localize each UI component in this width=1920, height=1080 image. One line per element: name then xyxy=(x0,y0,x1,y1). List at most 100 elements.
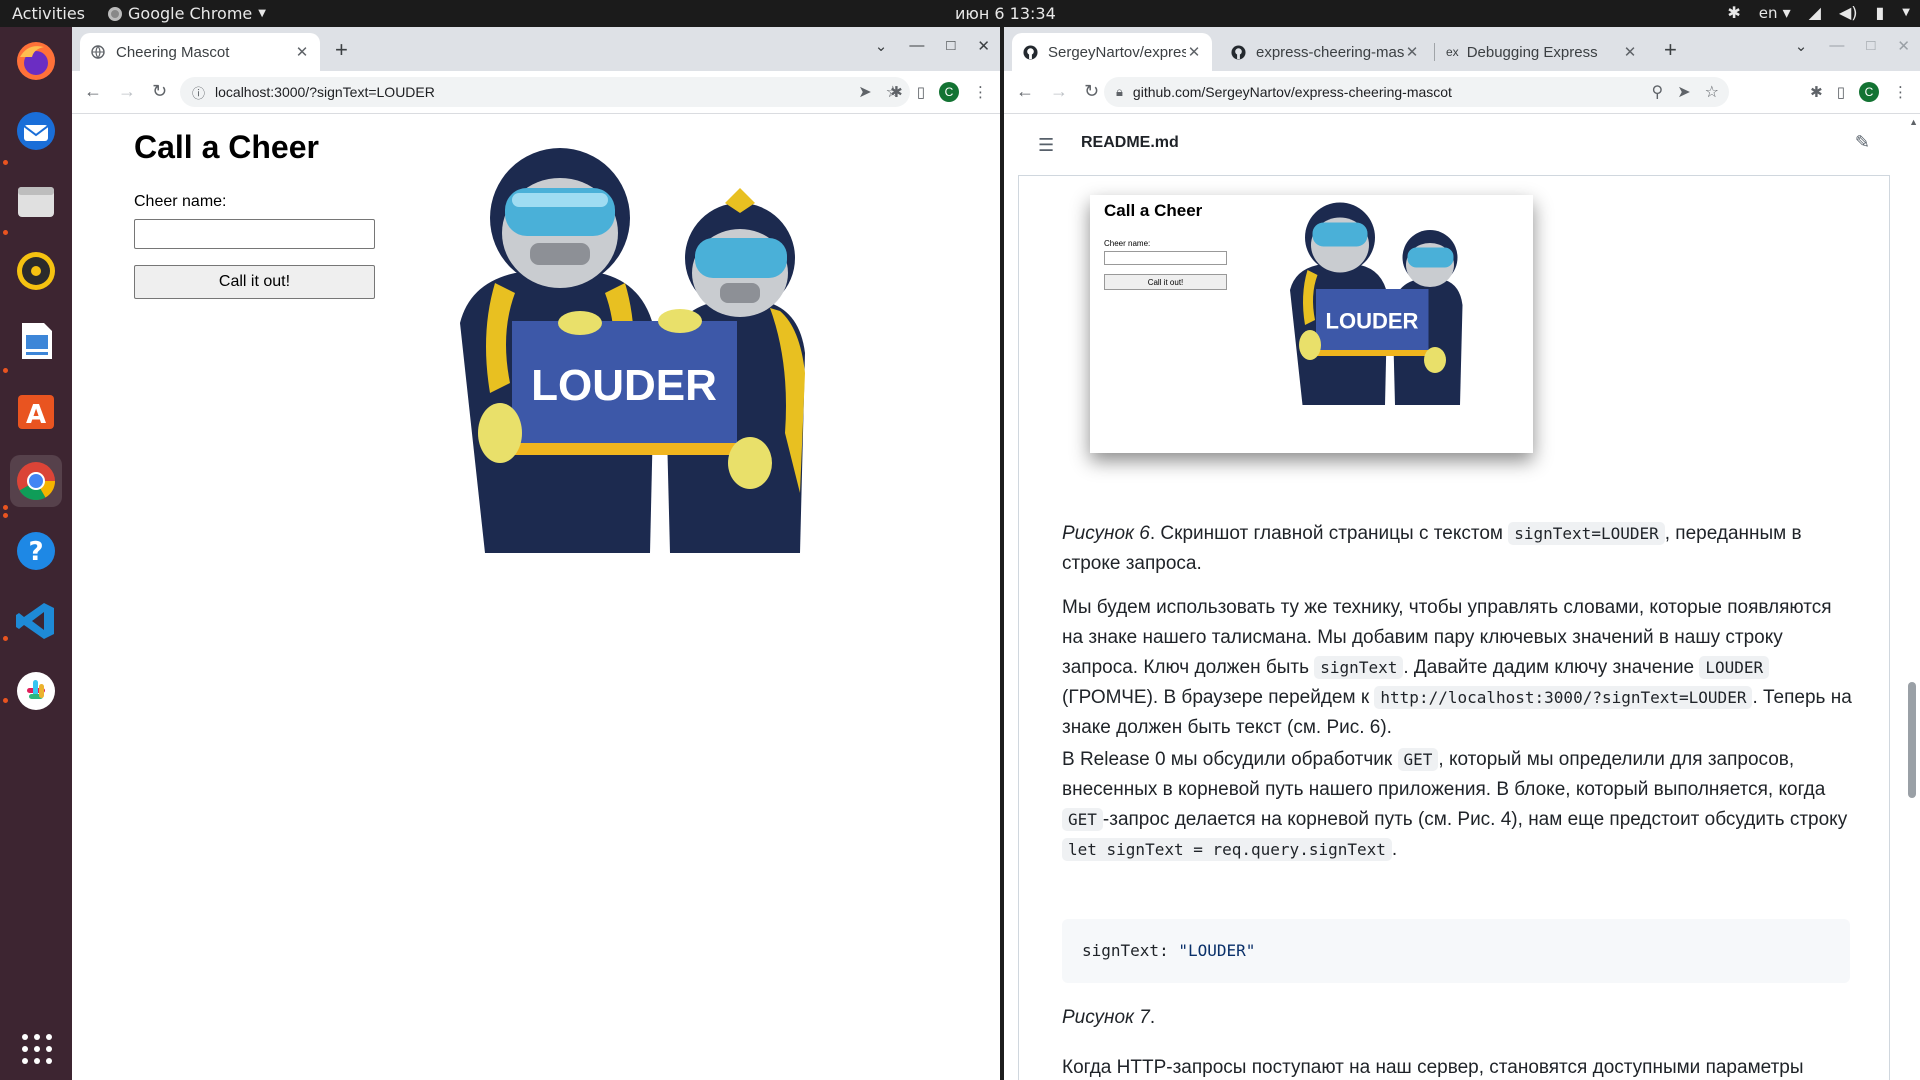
slack-icon[interactable] xyxy=(10,665,62,717)
menu-icon[interactable]: ⋮ xyxy=(973,83,988,101)
page-title: Call a Cheer xyxy=(134,129,319,165)
forward-icon[interactable]: → xyxy=(1050,81,1068,102)
clock[interactable]: июн 6 13:34 xyxy=(955,4,1056,23)
extensions-icon[interactable]: ✱ xyxy=(1810,83,1823,101)
app-menu[interactable]: Google Chrome ▼ xyxy=(108,4,266,23)
paragraph-text: В Release 0 мы обсудили обработчик xyxy=(1062,749,1398,770)
close-tab-icon[interactable]: ✕ xyxy=(1404,43,1420,61)
maximize-button[interactable]: □ xyxy=(1866,37,1875,55)
tab-github-repo-2[interactable]: express-cheering-masco ✕ xyxy=(1220,33,1430,71)
send-icon[interactable]: ➤ xyxy=(1677,82,1690,102)
extensions-icon[interactable]: ✱ xyxy=(890,83,903,101)
tab-debugging-express[interactable]: ex Debugging Express ✕ xyxy=(1436,33,1648,71)
chrome-icon[interactable] xyxy=(10,455,62,507)
reload-icon[interactable]: ↻ xyxy=(1084,81,1099,102)
github-icon xyxy=(1022,44,1038,60)
tab-cheering-mascot[interactable]: Cheering Mascot ✕ xyxy=(80,33,320,71)
screenshot-mascots: LOUDER xyxy=(1290,202,1463,405)
close-tab-icon[interactable]: ✕ xyxy=(294,43,310,61)
svg-text:A: A xyxy=(26,400,46,430)
tab-strip: SergeyNartov/express-ch ✕ express-cheeri… xyxy=(1004,27,1920,71)
readme-screenshot-image: Call a Cheer Cheer name: Call it out! LO… xyxy=(1090,195,1533,453)
side-panel-icon[interactable]: ▯ xyxy=(1837,83,1845,101)
info-icon[interactable]: ⓘ xyxy=(192,83,205,102)
window-controls: ⌄ — □ ✕ xyxy=(875,37,990,55)
scroll-up-arrow-icon[interactable]: ▲ xyxy=(1909,117,1918,127)
chevron-down-icon: ▼ xyxy=(258,8,266,19)
screenshot-input xyxy=(1104,251,1227,265)
back-icon[interactable]: ← xyxy=(1016,81,1034,102)
cheer-name-input[interactable] xyxy=(134,219,375,249)
close-tab-icon[interactable]: ✕ xyxy=(1622,43,1638,61)
caption-text: . Скриншот главной страницы с текстом xyxy=(1149,523,1509,544)
figure-7-caption: Рисунок 7. xyxy=(1062,1003,1852,1033)
language-indicator[interactable]: en ▾ xyxy=(1759,3,1791,22)
sign-text: LOUDER xyxy=(531,361,717,410)
help-icon[interactable]: ? xyxy=(10,525,62,577)
show-apps-icon[interactable] xyxy=(22,1034,52,1064)
inline-code: GET xyxy=(1397,748,1439,771)
call-it-out-button[interactable]: Call it out! xyxy=(134,265,375,299)
url-text: localhost:3000/?signText=LOUDER xyxy=(215,84,435,100)
github-icon xyxy=(1230,44,1246,60)
close-tab-icon[interactable]: ✕ xyxy=(1186,43,1202,61)
menu-icon[interactable]: ⋮ xyxy=(1893,83,1908,101)
tab-title: express-cheering-masco xyxy=(1256,43,1404,61)
forward-icon[interactable]: → xyxy=(118,81,136,102)
address-bar[interactable]: ⓘ localhost:3000/?signText=LOUDER ➤ ☆ xyxy=(180,77,910,107)
screenshot-button: Call it out! xyxy=(1104,274,1227,290)
inline-code: let signText = req.query.signText xyxy=(1062,838,1392,861)
inline-code: GET xyxy=(1062,808,1103,831)
readme-filename: README.md xyxy=(1081,134,1179,151)
browser-window-right: SergeyNartov/express-ch ✕ express-cheeri… xyxy=(1004,27,1920,1080)
caption-label: Рисунок 7 xyxy=(1062,1007,1150,1028)
new-tab-button[interactable]: + xyxy=(1664,37,1677,63)
lock-icon[interactable]: 🔒︎ xyxy=(1116,84,1123,100)
close-window-button[interactable]: ✕ xyxy=(1897,37,1910,55)
side-panel-icon[interactable]: ▯ xyxy=(917,83,925,101)
tab-search-icon[interactable]: ⌄ xyxy=(1795,37,1808,55)
address-bar[interactable]: 🔒︎ github.com/SergeyNartov/express-cheer… xyxy=(1104,77,1729,107)
firefox-icon[interactable] xyxy=(10,35,62,87)
edit-pencil-icon[interactable]: ✎ xyxy=(1855,132,1870,153)
tab-github-repo[interactable]: SergeyNartov/express-ch ✕ xyxy=(1012,33,1212,71)
maximize-button[interactable]: □ xyxy=(946,37,955,55)
figure-6-caption: Рисунок 6. Скриншот главной страницы с т… xyxy=(1062,519,1852,579)
files-icon[interactable] xyxy=(10,175,62,227)
paragraph-text: . Давайте дадим ключу значение xyxy=(1403,657,1700,678)
inline-code: signText=LOUDER xyxy=(1508,522,1665,545)
activities-button[interactable]: Activities xyxy=(12,4,85,23)
back-icon[interactable]: ← xyxy=(84,81,102,102)
zoom-icon[interactable]: ⚲ xyxy=(1652,82,1664,102)
send-icon[interactable]: ➤ xyxy=(858,82,871,102)
system-tray[interactable]: ✱ en ▾ ◢ ◀) ▮ ▼ xyxy=(1727,3,1910,22)
wifi-icon: ◢ xyxy=(1808,3,1821,22)
tab-title: SergeyNartov/express-ch xyxy=(1048,43,1186,61)
tab-search-icon[interactable]: ⌄ xyxy=(875,37,888,55)
minimize-button[interactable]: — xyxy=(909,37,924,55)
mascot-image: LOUDER xyxy=(460,148,805,553)
profile-avatar[interactable]: C xyxy=(939,82,959,102)
app-center-icon[interactable]: A xyxy=(10,385,62,437)
cheer-name-label: Cheer name: xyxy=(134,193,227,210)
url-text: github.com/SergeyNartov/express-cheering… xyxy=(1132,84,1452,100)
minimize-button[interactable]: — xyxy=(1829,37,1844,55)
vscode-icon[interactable] xyxy=(10,595,62,647)
toolbar-icons: ✱ ▯ C ⋮ xyxy=(890,82,988,102)
app-menu-label: Google Chrome xyxy=(128,4,253,23)
dock: A ? xyxy=(0,27,72,1080)
new-tab-button[interactable]: + xyxy=(335,37,348,63)
writer-icon[interactable] xyxy=(10,315,62,367)
profile-avatar[interactable]: C xyxy=(1859,82,1879,102)
thunderbird-icon[interactable] xyxy=(10,105,62,157)
reload-icon[interactable]: ↻ xyxy=(152,81,167,102)
outline-list-icon[interactable]: ☰ xyxy=(1038,135,1054,156)
browser-toolbar: ← → ↻ 🔒︎ github.com/SergeyNartov/express… xyxy=(1004,71,1920,114)
paragraph-text: -запрос делается на корневой путь (см. Р… xyxy=(1102,809,1848,830)
rhythmbox-icon[interactable] xyxy=(10,245,62,297)
scrollbar-thumb[interactable] xyxy=(1908,682,1916,798)
battery-icon: ▮ xyxy=(1875,3,1885,22)
close-window-button[interactable]: ✕ xyxy=(977,37,990,55)
bookmark-star-icon[interactable]: ☆ xyxy=(1705,82,1719,102)
caption-text: . xyxy=(1149,1007,1156,1028)
